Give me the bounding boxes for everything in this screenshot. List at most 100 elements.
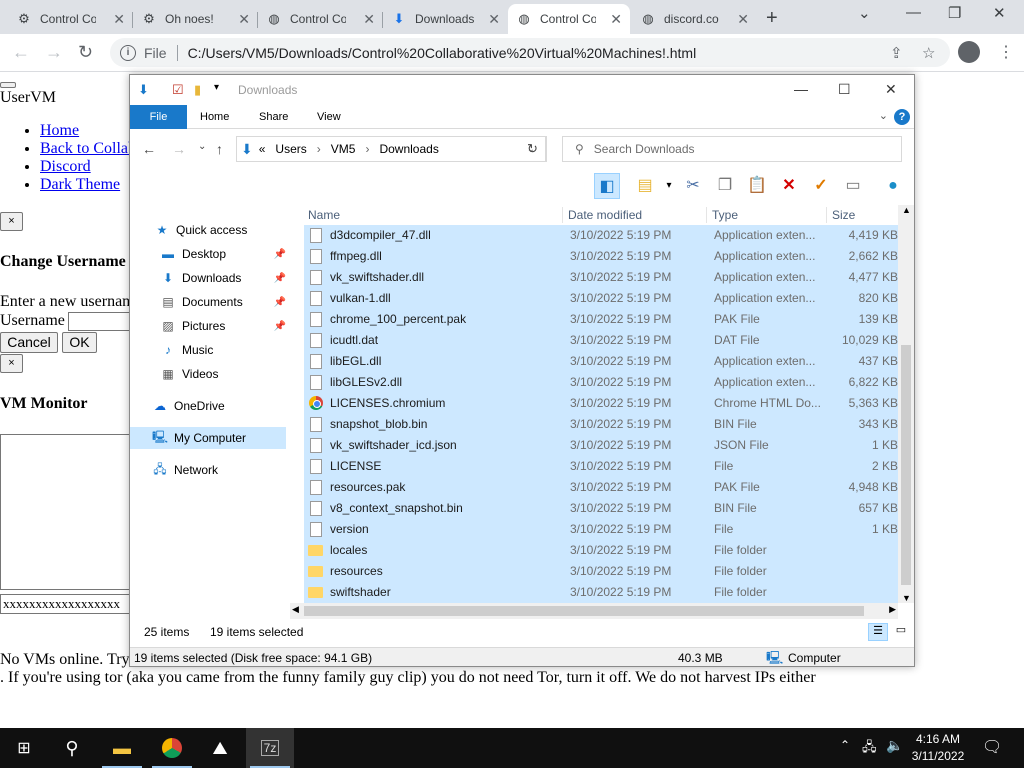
paste-icon[interactable]: 📋 (744, 173, 770, 199)
notifications-icon[interactable]: 🗨 (982, 737, 1002, 757)
breadcrumb-users[interactable]: Users (275, 142, 306, 156)
ribbon-tab-view[interactable]: View (307, 105, 351, 129)
breadcrumb-vm5[interactable]: VM5 (331, 142, 356, 156)
file-row[interactable]: locales 3/10/2022 5:19 PM File folder (304, 540, 900, 561)
close-dialog-button[interactable]: × (0, 212, 23, 231)
taskbar-chrome[interactable] (148, 728, 196, 768)
details-view-icon[interactable]: ☰ (868, 623, 888, 641)
username-input[interactable] (68, 312, 130, 331)
customize-toolbar-icon[interactable]: ▾ (214, 82, 219, 93)
network-icon[interactable]: 🖧 (862, 738, 877, 760)
vm-monitor-box[interactable] (0, 434, 140, 590)
column-header-date[interactable]: Date modified (568, 208, 642, 222)
file-explorer-window[interactable]: ⬇ ☑ ▮ ▾ Downloads — ☐ ✕ File Home Share … (129, 74, 915, 667)
tab-control-collab-1[interactable]: ⚙ Control Co ✕ (8, 4, 133, 34)
taskbar-photos[interactable]: ⛰ (196, 728, 244, 768)
breadcrumb[interactable]: ⬇ « Users › VM5 › Downloads ⌄ (236, 136, 546, 162)
column-divider[interactable] (706, 207, 707, 223)
new-tab-icon[interactable]: + (766, 7, 778, 30)
horizontal-scrollbar[interactable]: ◀ ▶ (290, 603, 898, 619)
expand-ribbon-icon[interactable]: ⌄ (879, 109, 888, 122)
scroll-thumb[interactable] (304, 606, 864, 616)
scroll-left-icon[interactable]: ◀ (292, 604, 299, 615)
close-tab-icon[interactable]: ✕ (488, 11, 500, 28)
help-icon[interactable]: ? (894, 109, 910, 125)
file-row[interactable]: vk_swiftshader_icd.json 3/10/2022 5:19 PM… (304, 435, 900, 456)
close-window-icon[interactable]: ✕ (885, 81, 897, 98)
scroll-down-icon[interactable]: ▼ (902, 593, 911, 603)
file-row[interactable]: vk_swiftshader.dll 3/10/2022 5:19 PM Appli… (304, 267, 900, 288)
system-clock[interactable]: 4:16 AM 3/11/2022 (906, 731, 970, 765)
show-hidden-icons-icon[interactable]: ⌃ (840, 738, 850, 752)
change-view-icon[interactable]: ▤ (632, 173, 658, 199)
dark-theme-link[interactable]: Dark Theme (40, 176, 120, 193)
sidebar-item-quick-access[interactable]: ★ Quick access (154, 219, 314, 241)
forward-arrow-icon[interactable]: → (45, 42, 63, 63)
reload-icon[interactable]: ↻ (78, 42, 93, 63)
file-row[interactable]: resources 3/10/2022 5:19 PM File folder (304, 561, 900, 582)
taskbar-file-explorer[interactable]: ▬ (98, 728, 146, 768)
tab-control-collab-2[interactable]: ◍ Control Co ✕ (258, 4, 383, 34)
sidebar-item-network[interactable]: 🖧 Network (152, 459, 312, 481)
rename-icon[interactable]: ▭ (840, 173, 866, 199)
column-header-type[interactable]: Type (712, 208, 738, 222)
column-divider[interactable] (826, 207, 827, 223)
tab-oh-noes[interactable]: ⚙ Oh noes! ✕ (133, 4, 258, 34)
close-monitor-button[interactable]: × (0, 354, 23, 373)
discord-link[interactable]: Discord (40, 158, 91, 175)
close-window-icon[interactable]: ✕ (993, 4, 1006, 22)
vertical-scrollbar[interactable]: ▲ ▼ (898, 205, 914, 603)
bookmark-star-icon[interactable]: ☆ (922, 44, 935, 62)
refresh-icon[interactable]: ↻ (519, 136, 547, 162)
search-box[interactable]: ⚲ Search Downloads (562, 136, 902, 162)
share-icon[interactable]: ⇪ (890, 44, 903, 62)
sidebar-item-documents[interactable]: ▤ Documents 📌 (160, 291, 286, 313)
vm-text-input[interactable]: xxxxxxxxxxxxxxxxxx (0, 594, 140, 614)
checkmark-icon[interactable]: ✓ (808, 173, 834, 199)
back-arrow-icon[interactable]: ← (12, 42, 30, 63)
close-tab-icon[interactable]: ✕ (737, 11, 749, 28)
file-row[interactable]: LICENSE 3/10/2022 5:19 PM File 2 KB (304, 456, 900, 477)
tab-control-collab-active[interactable]: ◍ Control Co ✕ (508, 4, 630, 34)
new-folder-icon[interactable]: ▮ (194, 82, 201, 98)
breadcrumb-downloads[interactable]: Downloads (379, 142, 438, 156)
pin-icon[interactable]: 📌 (274, 321, 286, 332)
globe-icon[interactable]: ● (880, 173, 906, 199)
scroll-up-icon[interactable]: ▲ (902, 205, 911, 215)
sidebar-item-my-computer[interactable]: 🖳 My Computer (130, 427, 286, 449)
cut-icon[interactable]: ✂ (680, 173, 706, 199)
url-text[interactable]: C:/Users/VM5/Downloads/Control%20Collabo… (188, 45, 697, 61)
quick-access-download-icon[interactable]: ⬇ (138, 82, 149, 98)
address-bar[interactable]: i File C:/Users/VM5/Downloads/Control%20… (110, 38, 950, 67)
tab-downloads[interactable]: ⬇ Downloads ✕ (383, 4, 508, 34)
file-row[interactable]: icudtl.dat 3/10/2022 5:19 PM DAT File 10,02… (304, 330, 900, 351)
pin-icon[interactable]: 📌 (274, 249, 286, 260)
restore-icon[interactable]: ❐ (948, 4, 961, 22)
explorer-title-bar[interactable]: ⬇ ☑ ▮ ▾ Downloads — ☐ ✕ (130, 75, 914, 105)
close-tab-icon[interactable]: ✕ (363, 11, 375, 28)
info-icon[interactable]: i (120, 44, 136, 61)
start-button[interactable]: ⊞ (0, 728, 48, 768)
sidebar-item-pictures[interactable]: ▨ Pictures 📌 (160, 315, 286, 337)
volume-icon[interactable]: 🔈 (886, 737, 903, 754)
sidebar-item-videos[interactable]: ▦ Videos (160, 363, 286, 385)
cancel-button[interactable]: Cancel (0, 332, 58, 353)
ok-button[interactable]: OK (62, 332, 97, 353)
close-tab-icon[interactable]: ✕ (610, 11, 622, 28)
sidebar-item-onedrive[interactable]: ☁ OneDrive (152, 395, 312, 417)
column-divider[interactable] (562, 207, 563, 223)
file-row[interactable]: swiftshader 3/10/2022 5:19 PM File folder (304, 582, 900, 603)
view-dropdown-icon[interactable]: ▾ (656, 173, 682, 199)
profile-avatar-icon[interactable] (958, 41, 980, 63)
sidebar-item-desktop[interactable]: ▬ Desktop 📌 (160, 243, 286, 265)
scroll-thumb[interactable] (901, 345, 911, 585)
scroll-right-icon[interactable]: ▶ (889, 604, 896, 615)
ribbon-tab-home[interactable]: Home (190, 105, 239, 129)
pin-icon[interactable]: 📌 (274, 297, 286, 308)
sidebar-item-downloads[interactable]: ⬇ Downloads 📌 (160, 267, 286, 289)
recent-locations-icon[interactable]: ⌄ (198, 141, 206, 152)
file-row[interactable]: ffmpeg.dll 3/10/2022 5:19 PM Application e… (304, 246, 900, 267)
large-icons-view-icon[interactable]: ▭ (892, 623, 910, 641)
menu-kebab-icon[interactable]: ⋮ (998, 42, 1014, 62)
file-row[interactable]: d3dcompiler_47.dll 3/10/2022 5:19 PM Appli… (304, 225, 900, 246)
